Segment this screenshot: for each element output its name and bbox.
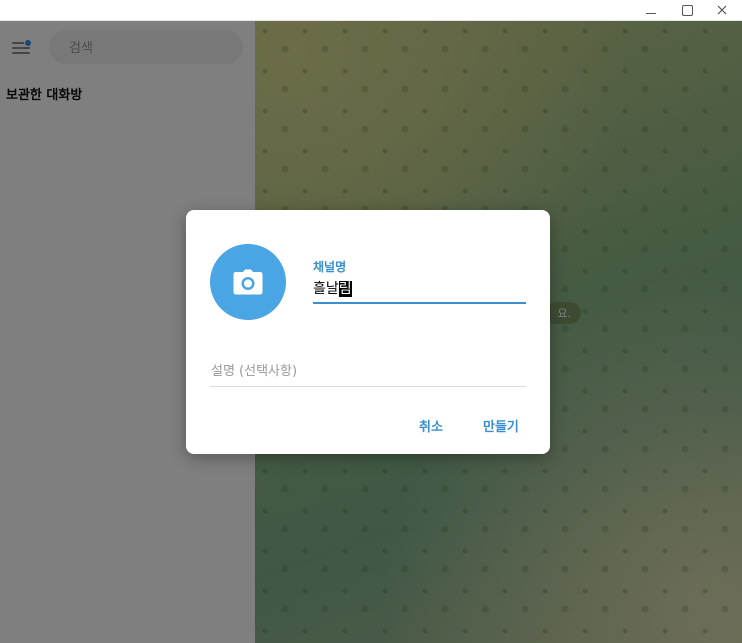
minimize-button[interactable] [635,0,667,20]
channel-name-input[interactable]: 흘날림 [313,276,526,304]
description-input[interactable]: 설명 (선택사항) [210,356,526,387]
cancel-button[interactable]: 취소 [419,416,443,435]
close-button[interactable] [706,0,738,20]
channel-name-value: 흘날림 [313,278,352,298]
minimize-icon [646,12,656,14]
create-button[interactable]: 만들기 [483,416,519,435]
close-icon [717,5,727,15]
create-channel-dialog: 채널명 흘날림 설명 (선택사항) 취소 만들기 [186,210,550,454]
channel-name-text: 흘날 [313,281,339,297]
channel-photo-button[interactable] [210,244,286,320]
description-placeholder: 설명 (선택사항) [211,364,298,379]
title-bar [0,0,742,21]
maximize-icon [681,4,693,16]
app-window: 보관한 대화방 요. 채널명 흘날림 설명 (선택사항) 취소 만들기 [0,0,742,643]
camera-icon [233,269,263,295]
maximize-button[interactable] [671,0,703,20]
channel-name-label: 채널명 [313,260,347,274]
channel-name-selected-text: 림 [338,281,352,297]
